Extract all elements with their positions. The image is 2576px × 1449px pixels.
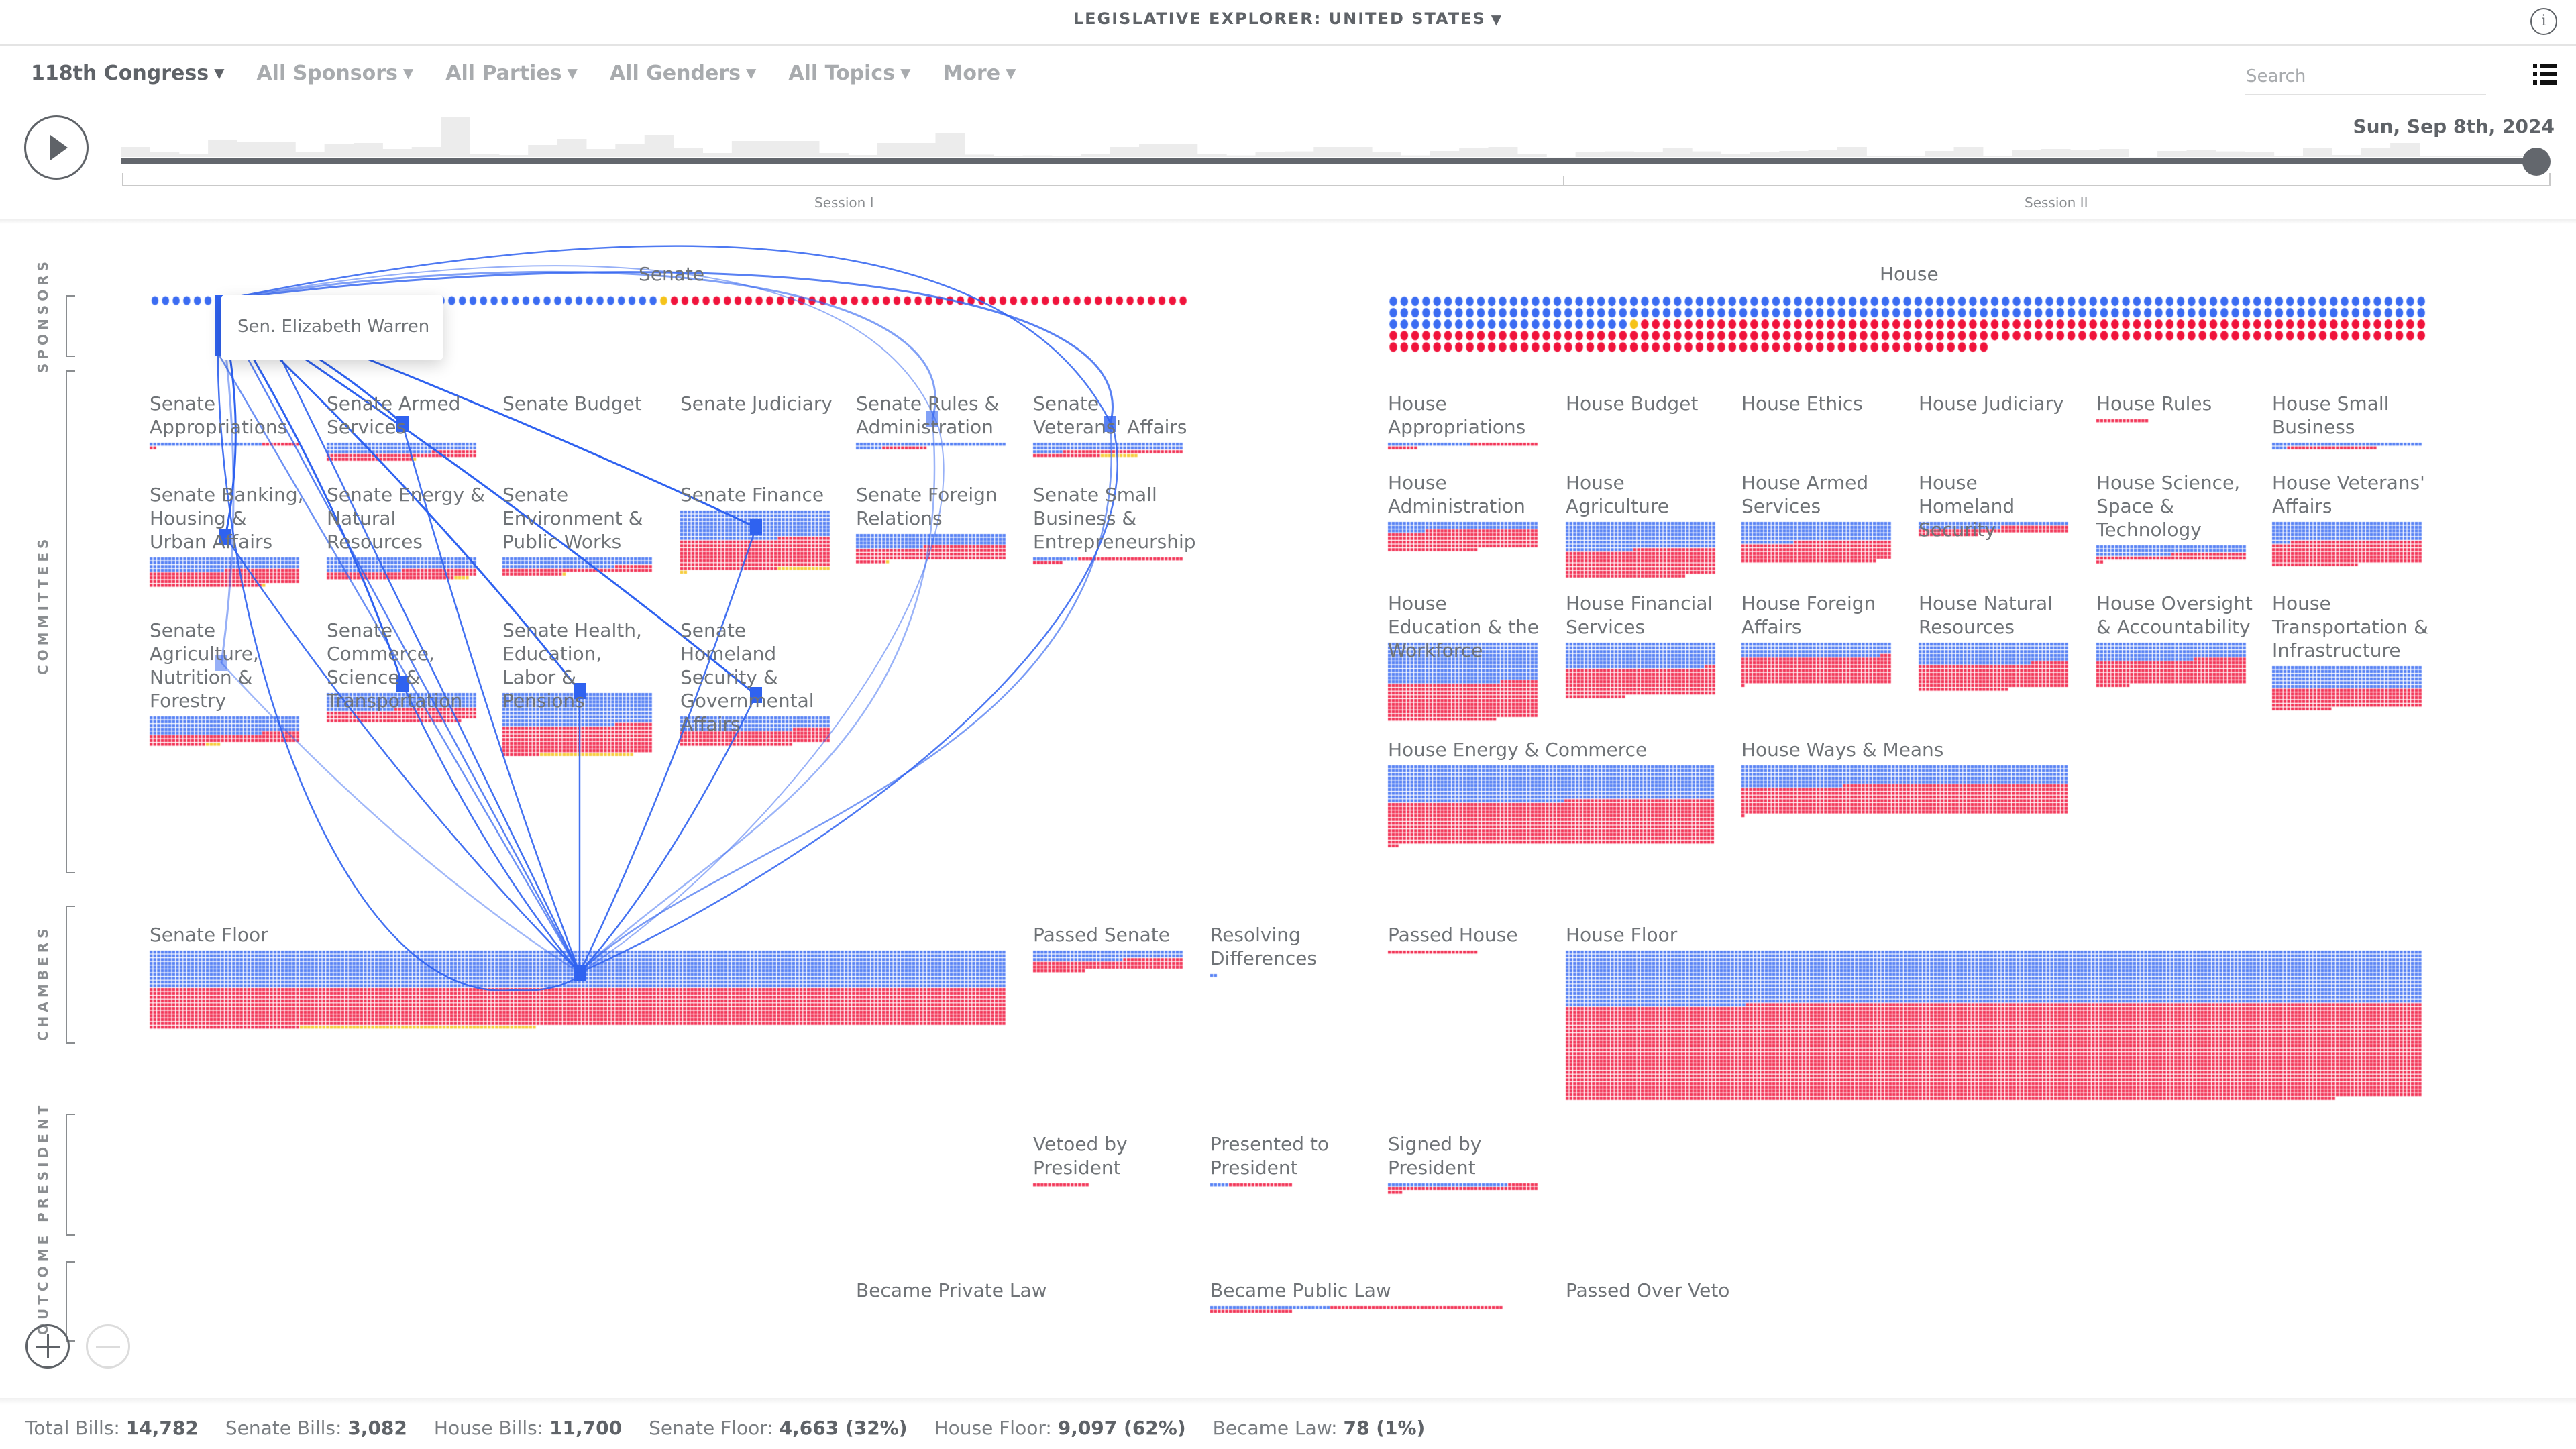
stat-value: 14,782 — [125, 1417, 199, 1439]
node-label[interactable]: Senate Foreign Relations — [856, 483, 1014, 530]
node-label[interactable]: Senate Rules & Administration — [856, 392, 1014, 439]
bill-position-marker[interactable] — [750, 519, 762, 535]
node-label[interactable]: House Energy & Commerce — [1388, 738, 1737, 761]
node-label[interactable]: House Foreign Affairs — [1741, 592, 1900, 639]
node-label[interactable]: House Natural Resources — [1919, 592, 2077, 639]
stat-house-floor: House Floor: 9,097 (62%) — [934, 1417, 1186, 1439]
node-label[interactable]: Senate Homeland Security & Governmental … — [680, 619, 839, 736]
node-label[interactable]: House Homeland Security — [1919, 471, 2077, 541]
node-label[interactable]: Passed House — [1388, 923, 1546, 947]
bill-position-marker[interactable] — [574, 965, 586, 981]
node-label[interactable]: House Floor — [1566, 923, 1915, 947]
node-label[interactable]: House Ways & Means — [1741, 738, 2090, 761]
stat-senate-floor: Senate Floor: 4,663 (32%) — [649, 1417, 907, 1439]
sponsor-tooltip: Sen. Elizabeth Warren — [221, 295, 443, 360]
node-label[interactable]: Became Public Law — [1210, 1279, 1505, 1302]
node-label[interactable]: Senate Environment & Public Works — [502, 483, 661, 553]
stat-value: 9,097 (62%) — [1057, 1417, 1186, 1439]
node-label[interactable]: Senate Agriculture, Nutrition & Forestry — [150, 619, 308, 712]
node-label[interactable]: Senate Armed Services — [327, 392, 485, 439]
node-label[interactable]: House Veterans' Affairs — [2272, 471, 2430, 518]
house-sponsors-title: House — [1880, 263, 1939, 285]
node-label[interactable]: Senate Health, Education, Labor & Pensio… — [502, 619, 661, 712]
node-label[interactable]: Senate Floor — [150, 923, 498, 947]
stat-became-law: Became Law: 78 (1%) — [1213, 1417, 1426, 1439]
node-label[interactable]: Vetoed by President — [1033, 1132, 1191, 1179]
node-label[interactable]: House Education & the Workforce — [1388, 592, 1546, 662]
stat-label: Senate Floor: — [649, 1417, 773, 1439]
stat-label: House Floor: — [934, 1417, 1052, 1439]
node-label[interactable]: House Oversight & Accountability — [2096, 592, 2255, 639]
node-label[interactable]: House Budget — [1566, 392, 1724, 415]
tooltip-text: Sen. Elizabeth Warren — [237, 317, 430, 337]
node-label[interactable]: Presented to President — [1210, 1132, 1368, 1179]
stat-senate-bills: Senate Bills: 3,082 — [225, 1417, 407, 1439]
node-label[interactable]: Senate Commerce, Science & Transportatio… — [327, 619, 485, 712]
node-label[interactable]: House Financial Services — [1566, 592, 1724, 639]
node-label[interactable]: House Appropriations — [1388, 392, 1546, 439]
stat-value: 78 (1%) — [1343, 1417, 1426, 1439]
senate-sponsors-title: Senate — [639, 263, 705, 285]
sponsor-bill-links — [215, 245, 1118, 991]
node-label[interactable]: Became Private Law — [856, 1279, 1151, 1302]
node-label[interactable]: Senate Veterans' Affairs — [1033, 392, 1191, 439]
node-label[interactable]: Passed Over Veto — [1566, 1279, 1861, 1302]
stat-label: House Bills: — [433, 1417, 544, 1439]
stat-label: Total Bills: — [25, 1417, 120, 1439]
node-label[interactable]: Senate Judiciary — [680, 392, 839, 415]
node-label[interactable]: House Science, Space & Technology — [2096, 471, 2255, 541]
node-label[interactable]: Senate Appropriations — [150, 392, 308, 439]
node-label[interactable]: House Rules — [2096, 392, 2255, 415]
node-label[interactable]: House Judiciary — [1919, 392, 2077, 415]
stat-value: 3,082 — [347, 1417, 407, 1439]
node-label[interactable]: Senate Banking, Housing & Urban Affairs — [150, 483, 308, 553]
zoom-out-button[interactable] — [86, 1324, 130, 1368]
footer-divider — [0, 1398, 2576, 1405]
node-label[interactable]: House Agriculture — [1566, 471, 1724, 518]
stat-value: 4,663 (32%) — [779, 1417, 908, 1439]
node-label[interactable]: Senate Finance — [680, 483, 839, 506]
stat-label: Became Law: — [1212, 1417, 1338, 1439]
stat-total-bills: Total Bills: 14,782 — [25, 1417, 199, 1439]
node-label[interactable]: House Ethics — [1741, 392, 1900, 415]
bill-path-link — [579, 694, 757, 973]
node-label[interactable]: House Armed Services — [1741, 471, 1900, 518]
node-label[interactable]: House Administration — [1388, 471, 1546, 518]
zoom-in-button[interactable] — [25, 1324, 70, 1368]
bill-path-link — [224, 536, 580, 973]
node-label[interactable]: Passed Senate — [1033, 923, 1191, 947]
node-label[interactable]: House Transportation & Infrastructure — [2272, 592, 2430, 662]
node-label[interactable]: Signed by President — [1388, 1132, 1546, 1179]
stats-bar: Total Bills: 14,782 Senate Bills: 3,082 … — [25, 1417, 1425, 1439]
stat-label: Senate Bills: — [225, 1417, 342, 1439]
node-label[interactable]: Senate Small Business & Entrepreneurship — [1033, 483, 1196, 553]
node-label[interactable]: House Small Business — [2272, 392, 2430, 439]
node-label[interactable]: Senate Budget — [502, 392, 661, 415]
stat-value: 11,700 — [549, 1417, 623, 1439]
node-label[interactable]: Resolving Differences — [1210, 923, 1368, 970]
stat-house-bills: House Bills: 11,700 — [434, 1417, 622, 1439]
node-label[interactable]: Senate Energy & Natural Resources — [327, 483, 485, 553]
